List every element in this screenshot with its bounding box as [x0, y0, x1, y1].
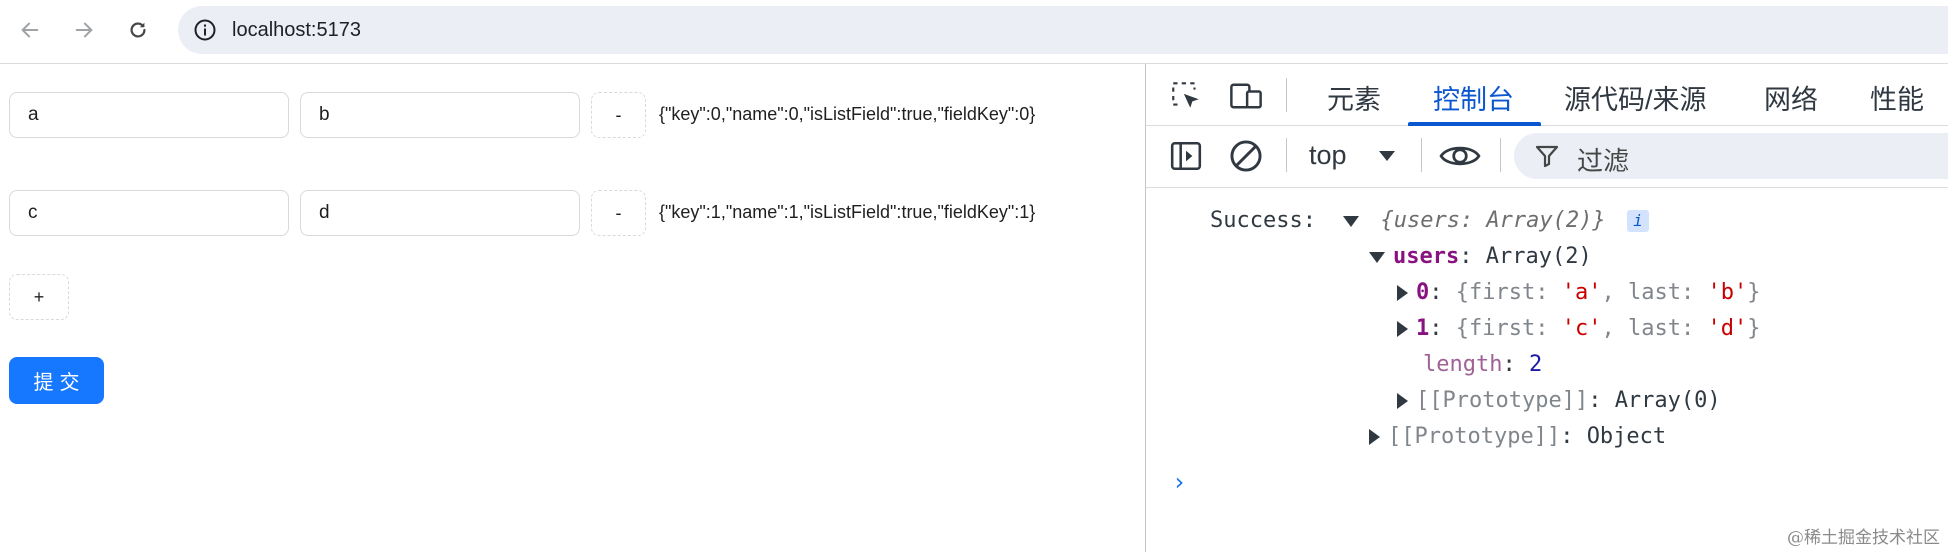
submit-button[interactable]: 提交	[9, 357, 104, 404]
collapse-toggle-icon[interactable]	[1397, 285, 1408, 301]
form-list-row: c d - {"key":1,"name":1,"isListField":tr…	[9, 190, 1139, 238]
tree-node-object-prototype[interactable]: [[Prototype]]: Object	[1369, 424, 1666, 449]
tree-node-array-prototype[interactable]: [[Prototype]]: Array(0)	[1397, 388, 1721, 413]
devtools-panel: 元素 控制台 源代码/来源 网络 性能 top 过滤 Success: {use…	[1145, 64, 1948, 552]
collapse-toggle-icon[interactable]	[1397, 393, 1408, 409]
form-list-row: a b - {"key":0,"name":0,"isListField":tr…	[9, 92, 1139, 140]
object-preview[interactable]: {users: Array(2)}	[1380, 208, 1605, 233]
forward-button[interactable]	[66, 12, 102, 48]
url-text[interactable]: localhost:5173	[232, 19, 361, 42]
log-label: Success:	[1210, 208, 1316, 233]
context-selector[interactable]: top	[1309, 140, 1347, 171]
app-content: a b - {"key":0,"name":0,"isListField":tr…	[0, 64, 1145, 552]
field-debug-text: {"key":0,"name":0,"isListField":true,"fi…	[659, 104, 1036, 124]
remove-row-button[interactable]: -	[591, 190, 646, 236]
console-toolbar: top 过滤	[1146, 126, 1948, 188]
last-name-input[interactable]: b	[300, 92, 580, 138]
browser-toolbar: localhost:5173	[0, 0, 1948, 64]
console-output: Success: {users: Array(2)} i users: Arra…	[1146, 188, 1948, 552]
arrow-left-icon	[21, 22, 39, 38]
devtools-tab-bar: 元素 控制台 源代码/来源 网络 性能	[1146, 64, 1948, 126]
info-badge-icon[interactable]: i	[1626, 210, 1649, 232]
console-filter-input[interactable]: 过滤	[1514, 133, 1948, 179]
add-row-button[interactable]: +	[9, 274, 69, 320]
address-bar[interactable]: localhost:5173	[178, 6, 1948, 54]
device-toolbar-icon[interactable]	[1226, 76, 1266, 116]
tree-node-item-0[interactable]: 0: {first: 'a', last: 'b'}	[1397, 280, 1760, 305]
toolbar-divider	[1286, 78, 1287, 112]
inspect-element-icon[interactable]	[1166, 76, 1206, 116]
console-prompt-icon[interactable]: ›	[1172, 468, 1186, 496]
field-debug-text: {"key":1,"name":1,"isListField":true,"fi…	[659, 202, 1036, 222]
tab-network[interactable]: 网络	[1764, 78, 1818, 117]
filter-placeholder: 过滤	[1577, 146, 1630, 176]
watermark: @稀土掘金技术社区	[1787, 528, 1940, 548]
chevron-down-icon[interactable]	[1367, 136, 1407, 176]
remove-row-button[interactable]: -	[591, 92, 646, 138]
info-circle-icon[interactable]	[192, 17, 218, 43]
tab-performance[interactable]: 性能	[1870, 78, 1924, 117]
tab-elements[interactable]: 元素	[1327, 78, 1381, 117]
tab-sources[interactable]: 源代码/来源	[1564, 78, 1707, 117]
collapse-toggle-icon[interactable]	[1369, 429, 1380, 445]
log-line-success: Success: {users: Array(2)} i	[1210, 208, 1649, 233]
reload-button[interactable]	[120, 12, 156, 48]
clear-console-icon[interactable]	[1226, 136, 1266, 176]
eye-icon[interactable]	[1432, 136, 1488, 176]
first-name-input[interactable]: c	[9, 190, 289, 236]
expand-toggle-icon[interactable]	[1343, 215, 1360, 227]
reload-icon	[130, 22, 146, 38]
last-name-input[interactable]: d	[300, 190, 580, 236]
toolbar-divider	[1286, 138, 1287, 172]
back-button[interactable]	[12, 12, 48, 48]
arrow-right-icon	[75, 22, 93, 38]
tree-node-users[interactable]: users: Array(2)	[1369, 244, 1592, 269]
filter-icon	[1532, 137, 1562, 175]
tree-node-length: length: 2	[1423, 352, 1543, 377]
collapse-toggle-icon[interactable]	[1397, 321, 1408, 337]
first-name-input[interactable]: a	[9, 92, 289, 138]
tab-console[interactable]: 控制台	[1433, 78, 1514, 117]
tree-node-item-1[interactable]: 1: {first: 'c', last: 'd'}	[1397, 316, 1760, 341]
toolbar-divider	[1500, 138, 1501, 172]
expand-toggle-icon[interactable]	[1369, 251, 1385, 263]
toolbar-divider	[1421, 138, 1422, 172]
sidebar-toggle-icon[interactable]	[1166, 136, 1206, 176]
